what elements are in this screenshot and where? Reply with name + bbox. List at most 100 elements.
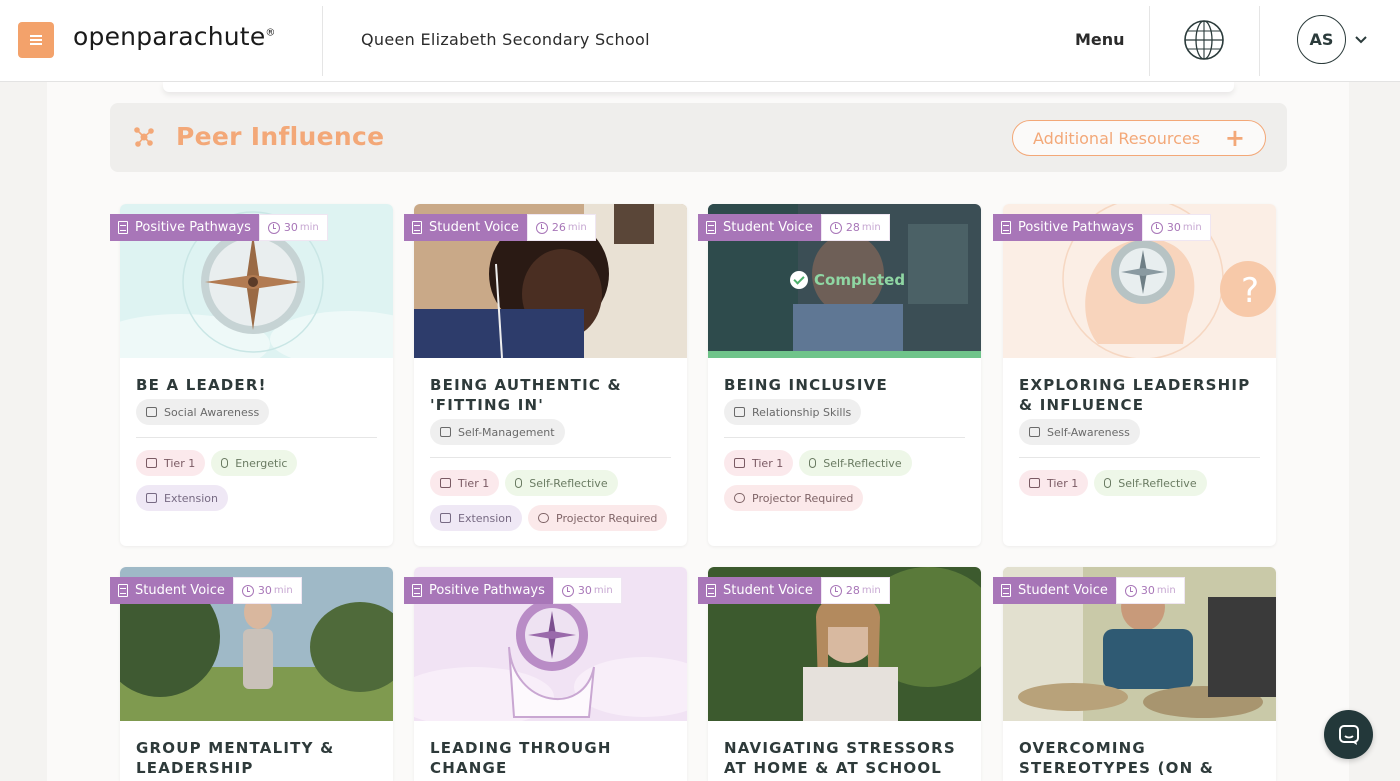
tier-chip: Tier 1 xyxy=(136,450,206,476)
skill-icon xyxy=(1029,427,1040,437)
document-icon xyxy=(118,584,128,597)
hamburger-menu-button[interactable] xyxy=(18,22,54,58)
collapsed-dropdown-edge xyxy=(163,82,1234,92)
clock-icon xyxy=(1124,584,1137,597)
clock-icon xyxy=(829,584,842,597)
skill-icon xyxy=(440,427,451,437)
mood-chip: Self-Reflective xyxy=(505,470,618,496)
extension-chip: Extension xyxy=(136,485,229,511)
top-header: openparachute® Queen Elizabeth Secondary… xyxy=(0,0,1400,82)
mood-chip: Energetic xyxy=(211,450,298,476)
lesson-card[interactable]: Student Voice 28 min Completed BEING INCL… xyxy=(698,204,981,546)
additional-resources-button[interactable]: Additional Resources + xyxy=(1012,120,1266,156)
lesson-label: Positive Pathways 30 min xyxy=(404,577,622,604)
extension-icon xyxy=(440,513,451,523)
section-header: Peer Influence Additional Resources + xyxy=(110,103,1287,172)
clock-icon xyxy=(561,584,574,597)
lesson-label: Student Voice 28 min xyxy=(698,214,890,241)
section-title: Peer Influence xyxy=(176,122,385,151)
lesson-card[interactable]: Student Voice 26 min BEING AUTHENTIC & 'F… xyxy=(404,204,687,546)
document-icon xyxy=(1001,584,1011,597)
tier-icon xyxy=(734,458,745,468)
document-icon xyxy=(1001,221,1011,234)
clock-icon xyxy=(241,584,254,597)
mood-chip: Self-Reflective xyxy=(799,450,912,476)
mood-icon xyxy=(809,458,817,468)
lesson-label: Student Voice 26 min xyxy=(404,214,596,241)
lesson-label: Student Voice 30 min xyxy=(110,577,302,604)
lesson-title: GROUP MENTALITY & LEADERSHIP xyxy=(136,739,335,777)
additional-resources-label: Additional Resources xyxy=(1033,128,1201,148)
tier-chip: Tier 1 xyxy=(1019,470,1089,496)
lesson-card[interactable]: Positive Pathways 30 min BE A LEADER! Soc… xyxy=(110,204,393,546)
skill-chip: Self-Awareness xyxy=(1019,419,1140,445)
school-name: Queen Elizabeth Secondary School xyxy=(361,30,650,49)
lesson-label: Positive Pathways 30 min xyxy=(110,214,328,241)
projector-chip: Projector Required xyxy=(528,505,668,531)
document-icon xyxy=(706,584,716,597)
lesson-title: NAVIGATING STRESSORS AT HOME & AT SCHOOL xyxy=(724,739,956,777)
lesson-title: BE A LEADER! xyxy=(136,376,267,394)
document-icon xyxy=(412,221,422,234)
lesson-title: OVERCOMING STEREOTYPES (ON & xyxy=(1019,739,1215,777)
lesson-title: LEADING THROUGH CHANGE xyxy=(430,739,612,777)
extension-chip: Extension xyxy=(430,505,523,531)
skill-chip: Social Awareness xyxy=(136,399,270,425)
mood-chip: Self-Reflective xyxy=(1094,470,1207,496)
check-circle-icon xyxy=(790,271,808,289)
lesson-card[interactable]: Positive Pathways 30 min ? EXPLORING LEAD… xyxy=(993,204,1276,546)
document-icon xyxy=(412,584,422,597)
skill-icon xyxy=(146,407,157,417)
header-divider xyxy=(322,6,323,76)
chat-icon xyxy=(1338,724,1359,745)
divider xyxy=(1019,457,1260,458)
header-divider xyxy=(1149,6,1150,76)
lesson-label: Student Voice 28 min xyxy=(698,577,890,604)
clock-icon xyxy=(829,221,842,234)
tier-icon xyxy=(1029,478,1040,488)
document-icon xyxy=(706,221,716,234)
plus-icon: + xyxy=(1224,124,1245,152)
svg-text:?: ? xyxy=(1241,271,1259,311)
tag-list: Tier 1 Self-Reflective xyxy=(1019,470,1276,496)
tag-list: Tier 1 Energetic Extension xyxy=(136,450,393,511)
tier-icon xyxy=(146,458,157,468)
completed-badge: Completed xyxy=(790,271,905,289)
lesson-title: EXPLORING LEADERSHIP & INFLUENCE xyxy=(1019,376,1251,414)
skill-chip: Self-Management xyxy=(430,419,565,445)
lesson-label: Positive Pathways 30 min xyxy=(993,214,1211,241)
clock-icon xyxy=(267,221,280,234)
mood-icon xyxy=(221,458,229,468)
hamburger-icon xyxy=(30,35,42,45)
lesson-card[interactable]: Student Voice 28 min NAVIGATING STRESSORS… xyxy=(698,567,981,781)
globe-language-icon[interactable] xyxy=(1182,18,1226,62)
openparachute-logo[interactable]: openparachute® xyxy=(73,22,276,51)
clock-icon xyxy=(1150,221,1163,234)
lesson-label: Student Voice 30 min xyxy=(993,577,1185,604)
chat-support-button[interactable] xyxy=(1324,710,1373,759)
mood-icon xyxy=(515,478,523,488)
divider xyxy=(430,457,671,458)
lesson-card[interactable]: Student Voice 30 min OVERCOMING STEREOTYP… xyxy=(993,567,1276,781)
tier-chip: Tier 1 xyxy=(430,470,500,496)
mood-icon xyxy=(1104,478,1112,488)
lesson-title: BEING INCLUSIVE xyxy=(724,376,888,394)
skill-icon xyxy=(734,407,745,417)
tier-icon xyxy=(440,478,451,488)
divider xyxy=(724,437,965,438)
projector-icon xyxy=(734,493,745,503)
header-divider xyxy=(1259,6,1260,76)
lesson-card[interactable]: Student Voice 30 min GROUP MENTALITY & LE… xyxy=(110,567,393,781)
tag-list: Tier 1 Self-Reflective Projector Require… xyxy=(724,450,981,511)
chevron-down-icon[interactable] xyxy=(1354,33,1368,47)
projector-chip: Projector Required xyxy=(724,485,864,511)
extension-icon xyxy=(146,493,157,503)
lesson-card[interactable]: Positive Pathways 30 min LEADING THROUGH … xyxy=(404,567,687,781)
skill-chip: Relationship Skills xyxy=(724,399,862,425)
projector-icon xyxy=(538,513,550,523)
user-avatar-button[interactable]: AS xyxy=(1297,15,1346,64)
tag-list: Tier 1 Self-Reflective Extension Project… xyxy=(430,470,687,531)
peer-network-icon xyxy=(134,127,154,147)
document-icon xyxy=(118,221,128,234)
menu-link[interactable]: Menu xyxy=(1075,30,1125,49)
